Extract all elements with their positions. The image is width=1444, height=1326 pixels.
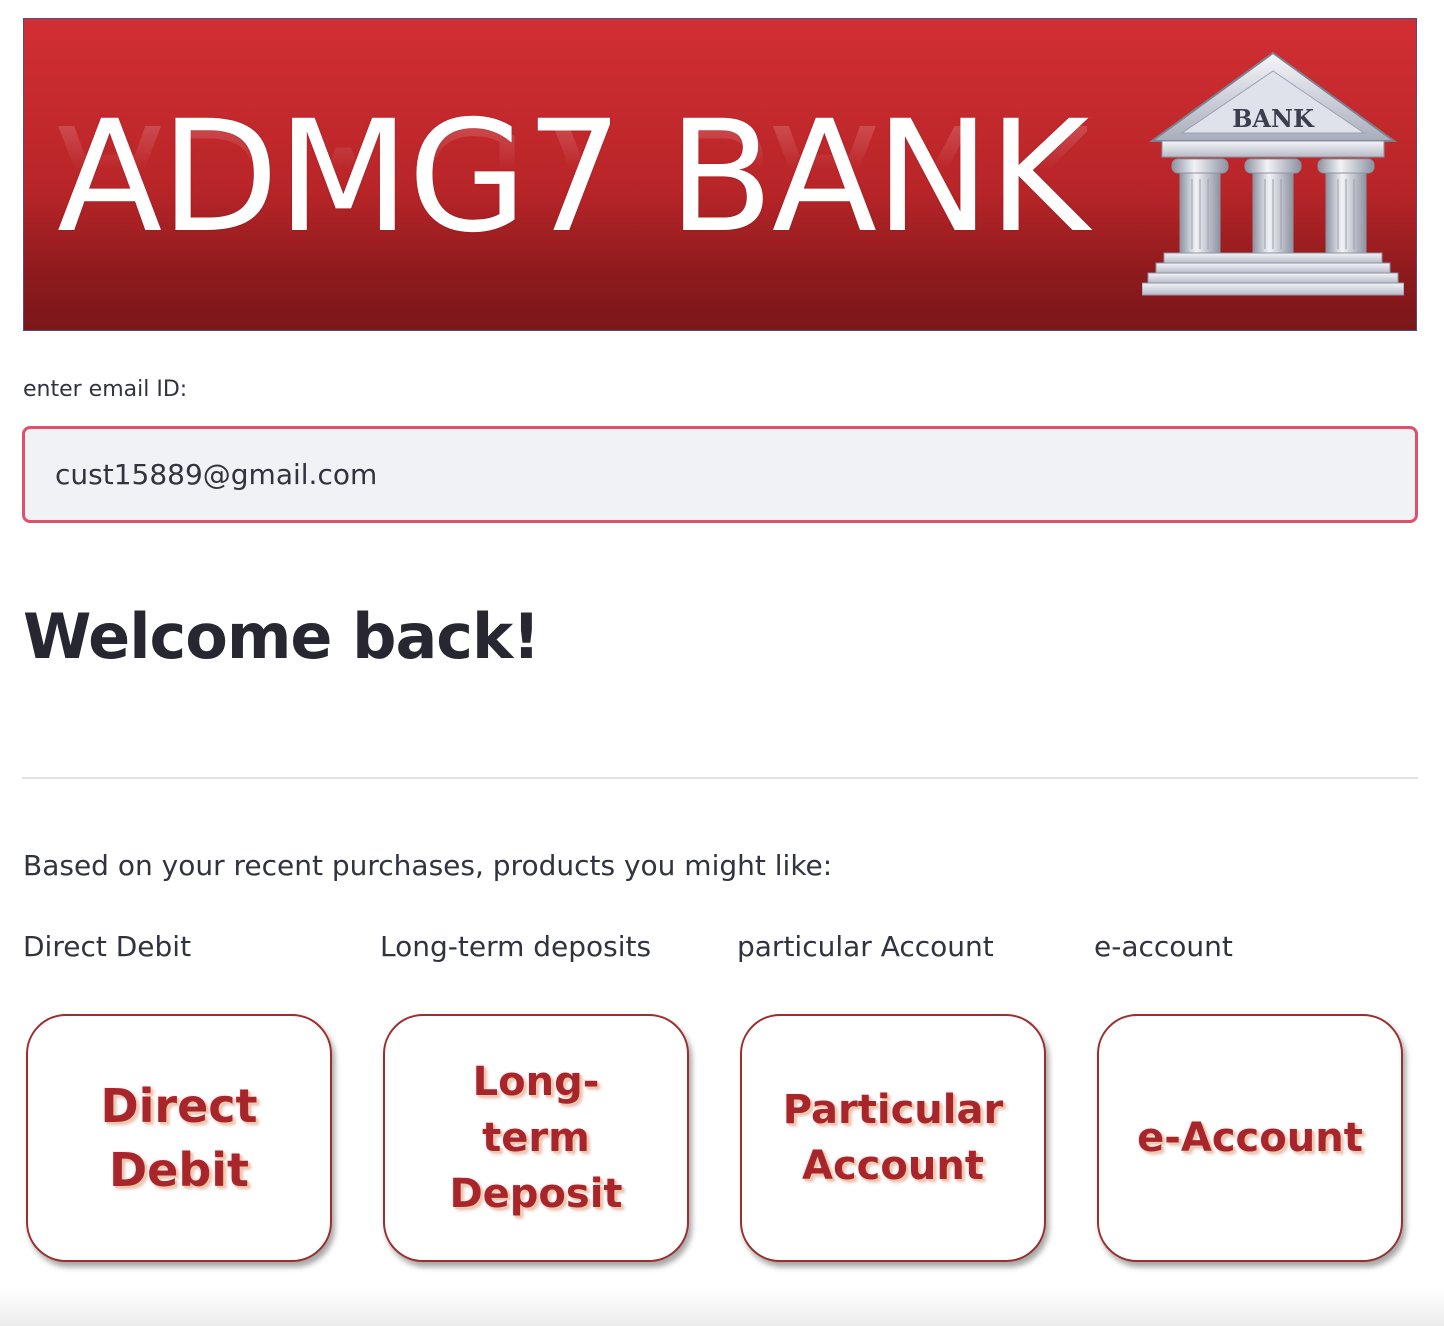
section-divider (22, 777, 1418, 779)
email-label: enter email ID: (23, 377, 188, 402)
email-input[interactable] (22, 426, 1418, 523)
product-card-label: Particular Account (782, 1087, 1004, 1189)
product-card-particular-account[interactable]: Particular Account (740, 1014, 1046, 1262)
product-column-direct-debit: Direct Debit Direct Debit (23, 930, 353, 1262)
product-name: Long-term deposits (380, 930, 652, 963)
product-column-particular-account: particular Account Particular Account (737, 930, 1067, 1262)
product-name: particular Account (737, 930, 994, 963)
product-card-direct-debit[interactable]: Direct Debit (26, 1014, 332, 1262)
bottom-shade (0, 1288, 1444, 1326)
product-card-e-account[interactable]: e-Account (1097, 1014, 1403, 1262)
bank-building-icon: BANK (1142, 51, 1404, 296)
recommendations-intro: Based on your recent purchases, products… (23, 849, 833, 882)
welcome-heading: Welcome back! (23, 600, 541, 673)
bank-banner: ADMG7 BANK ADMG7 BANK BANK (23, 18, 1417, 331)
banner-title-reflection: ADMG7 BANK (57, 101, 1088, 255)
product-name: Direct Debit (23, 930, 192, 963)
product-card-label: Long- term Deposit (449, 1059, 623, 1217)
bank-logo-text: BANK (1232, 104, 1315, 133)
product-card-label: e-Account (1137, 1115, 1363, 1161)
product-card-long-term-deposit[interactable]: Long- term Deposit (383, 1014, 689, 1262)
product-column-e-account: e-account e-Account (1094, 930, 1424, 1262)
product-column-long-term-deposits: Long-term deposits Long- term Deposit (380, 930, 710, 1262)
product-card-label: Direct Debit (100, 1078, 258, 1197)
product-name: e-account (1094, 930, 1233, 963)
